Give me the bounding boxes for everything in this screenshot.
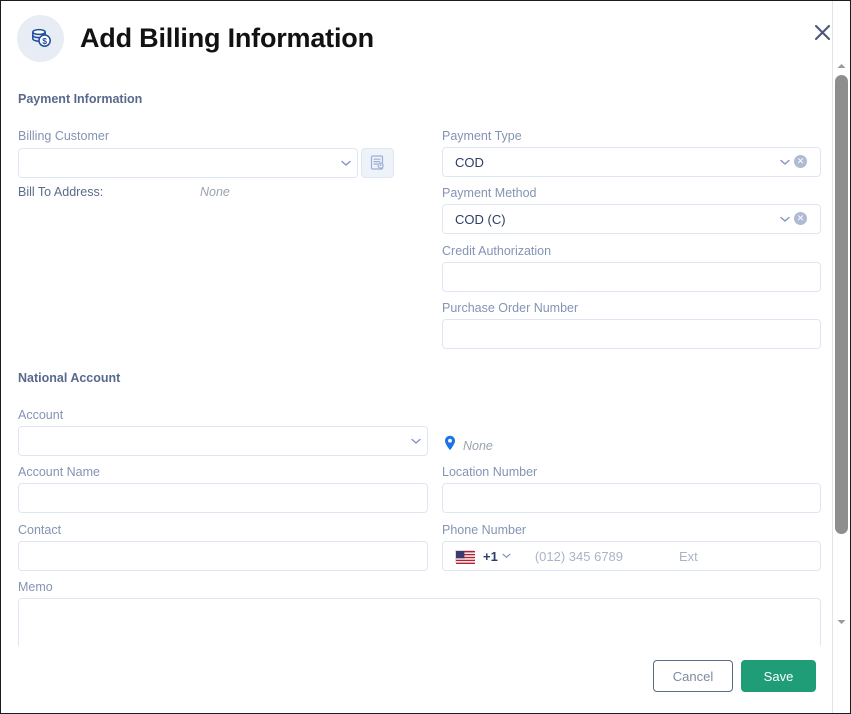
chevron-down-icon xyxy=(774,216,796,223)
credit-authorization-label: Credit Authorization xyxy=(442,244,551,258)
location-number-label: Location Number xyxy=(442,465,537,479)
bill-to-address-label: Bill To Address: xyxy=(18,185,103,199)
section-title-payment-information: Payment Information xyxy=(18,92,142,106)
location-value: None xyxy=(463,439,493,453)
chevron-down-icon[interactable] xyxy=(498,553,516,559)
svg-text:$: $ xyxy=(42,36,47,46)
payment-method-clear-circle-icon[interactable]: ✕ xyxy=(794,212,807,225)
credit-authorization-input[interactable] xyxy=(442,262,821,292)
dialog-footer: Cancel Save xyxy=(1,646,832,713)
caret-up-icon[interactable] xyxy=(833,57,850,74)
location-display: None xyxy=(444,435,493,456)
caret-down-icon[interactable] xyxy=(833,613,850,630)
cancel-button[interactable]: Cancel xyxy=(653,660,733,692)
location-number-input[interactable] xyxy=(442,483,821,513)
scrollbar-thumb[interactable] xyxy=(835,75,848,534)
chevron-down-icon xyxy=(335,160,357,167)
address-book-icon[interactable] xyxy=(361,148,394,178)
add-billing-information-dialog: $ Add Billing Information Payment Inform… xyxy=(0,0,851,714)
dialog-header: $ Add Billing Information xyxy=(1,1,832,75)
payment-type-clear-circle-icon[interactable]: ✕ xyxy=(794,155,807,168)
us-flag-icon xyxy=(455,550,474,563)
payment-type-label: Payment Type xyxy=(442,129,522,143)
phone-dial-code: +1 xyxy=(483,549,498,564)
memo-label: Memo xyxy=(18,580,53,594)
chevron-down-icon xyxy=(405,438,427,445)
vertical-scrollbar[interactable] xyxy=(832,1,850,713)
coins-dollar-icon: $ xyxy=(17,15,64,62)
payment-type-value: COD xyxy=(443,155,774,170)
section-title-national-account: National Account xyxy=(18,371,120,385)
phone-number-placeholder: (012) 345 6789 xyxy=(535,549,623,564)
payment-type-select[interactable]: COD xyxy=(442,147,821,177)
payment-method-select[interactable]: COD (C) xyxy=(442,204,821,234)
contact-label: Contact xyxy=(18,523,61,537)
billing-customer-label: Billing Customer xyxy=(18,129,109,143)
payment-method-label: Payment Method xyxy=(442,186,537,200)
account-name-input[interactable] xyxy=(18,483,428,513)
dialog-body: Payment Information Billing Customer Bil… xyxy=(1,75,832,646)
chevron-down-icon xyxy=(774,159,796,166)
map-pin-icon xyxy=(444,435,456,456)
contact-input[interactable] xyxy=(18,541,428,571)
phone-number-label: Phone Number xyxy=(442,523,526,537)
purchase-order-number-label: Purchase Order Number xyxy=(442,301,578,315)
purchase-order-number-input[interactable] xyxy=(442,319,821,349)
account-select[interactable] xyxy=(18,426,428,456)
account-label: Account xyxy=(18,408,63,422)
account-name-label: Account Name xyxy=(18,465,100,479)
phone-ext-placeholder: Ext xyxy=(679,549,698,564)
phone-number-input[interactable]: +1 (012) 345 6789 Ext xyxy=(442,541,821,571)
billing-customer-select[interactable] xyxy=(18,148,358,178)
save-button[interactable]: Save xyxy=(741,660,816,692)
bill-to-address-value: None xyxy=(200,185,230,199)
payment-method-value: COD (C) xyxy=(443,212,774,227)
page-title: Add Billing Information xyxy=(80,23,374,54)
